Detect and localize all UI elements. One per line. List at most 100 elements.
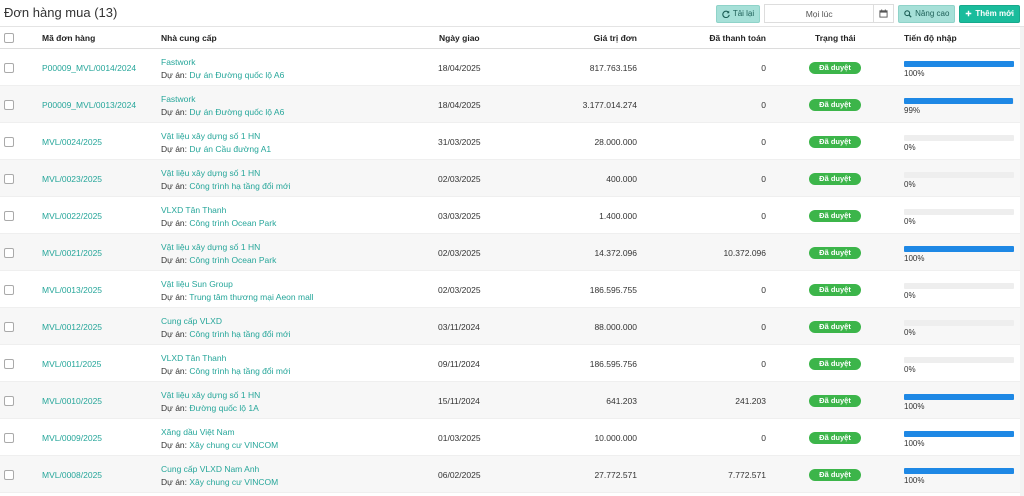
project-name[interactable]: Xây chung cư VINCOM xyxy=(189,477,278,487)
project-name[interactable]: Dự án Cầu đường A1 xyxy=(189,144,271,154)
table-row[interactable]: MVL/0009/2025 Xăng dầu Việt Nam Dự án: Xây… xyxy=(0,419,1024,456)
table-row[interactable]: MVL/0011/2025 VLXD Tân Thanh Dự án: Công t… xyxy=(0,345,1024,382)
project-name[interactable]: Dự án Đường quốc lộ A6 xyxy=(189,107,284,117)
paid-amount: 0 xyxy=(761,100,766,110)
table-row[interactable]: P00009_MVL/0014/2024 Fastwork Dự án: Dự án… xyxy=(0,49,1024,86)
supplier-name[interactable]: Cung cấp VLXD Nam Anh xyxy=(161,464,259,474)
supplier-name[interactable]: Vật liệu xây dựng số 1 HN xyxy=(161,168,260,178)
project-line: Dự án: Xây chung cư VINCOM xyxy=(161,477,278,487)
supplier-name[interactable]: Vật liệu xây dựng số 1 HN xyxy=(161,131,260,141)
supplier-name[interactable]: Vật liệu xây dựng số 1 HN xyxy=(161,390,260,400)
table-row[interactable]: MVL/0021/2025 Vật liệu xây dựng số 1 HN Dự… xyxy=(0,234,1024,271)
row-checkbox[interactable] xyxy=(4,63,14,73)
delivery-date: 02/03/2025 xyxy=(438,285,481,295)
order-code-link[interactable]: P00009_MVL/0014/2024 xyxy=(42,63,136,73)
order-code-link[interactable]: MVL/0011/2025 xyxy=(42,359,101,369)
row-checkbox[interactable] xyxy=(4,174,14,184)
supplier-name[interactable]: VLXD Tân Thanh xyxy=(161,353,226,363)
table-row[interactable]: MVL/0023/2025 Vật liệu xây dựng số 1 HN Dự… xyxy=(0,160,1024,197)
row-checkbox[interactable] xyxy=(4,211,14,221)
advanced-search-button[interactable]: Nâng cao xyxy=(898,4,956,23)
row-checkbox[interactable] xyxy=(4,359,14,369)
order-code-link[interactable]: MVL/0021/2025 xyxy=(42,248,102,258)
status-badge: Đã duyệt xyxy=(809,395,861,407)
order-code-link[interactable]: MVL/0012/2025 xyxy=(42,322,102,332)
order-code-link[interactable]: MVL/0010/2025 xyxy=(42,396,102,406)
delivery-date: 03/03/2025 xyxy=(438,211,481,221)
row-checkbox[interactable] xyxy=(4,137,14,147)
row-checkbox[interactable] xyxy=(4,322,14,332)
select-all-checkbox[interactable] xyxy=(4,33,14,43)
project-name[interactable]: Dự án Đường quốc lộ A6 xyxy=(189,70,284,80)
supplier-name[interactable]: Fastwork xyxy=(161,94,195,104)
column-order-value[interactable]: Giá trị đơn xyxy=(594,33,637,43)
order-code-link[interactable]: MVL/0013/2025 xyxy=(42,285,102,295)
column-import-progress[interactable]: Tiến độ nhập xyxy=(904,33,957,43)
delivery-date: 18/04/2025 xyxy=(438,100,481,110)
table-row[interactable]: MVL/0012/2025 Cung cấp VLXD Dự án: Công tr… xyxy=(0,308,1024,345)
project-name[interactable]: Trung tâm thương mại Aeon mall xyxy=(189,292,313,302)
column-paid[interactable]: Đã thanh toán xyxy=(709,33,766,43)
order-code-link[interactable]: MVL/0008/2025 xyxy=(42,470,102,480)
project-name[interactable]: Công trình hạ tầng đổi mới xyxy=(189,366,290,376)
refresh-icon xyxy=(722,10,730,18)
delivery-date: 15/11/2024 xyxy=(438,396,480,406)
row-checkbox[interactable] xyxy=(4,285,14,295)
table-row[interactable]: P00009_MVL/0013/2024 Fastwork Dự án: Dự án… xyxy=(0,86,1024,123)
order-value: 186.595.755 xyxy=(589,285,637,295)
add-new-button[interactable]: Thêm mới xyxy=(959,4,1020,23)
calendar-button[interactable] xyxy=(874,4,895,23)
row-checkbox[interactable] xyxy=(4,396,14,406)
order-code-link[interactable]: MVL/0024/2025 xyxy=(42,137,102,147)
status-badge: Đã duyệt xyxy=(809,321,861,333)
table-header: Mã đơn hàng Nhà cung cấp Ngày giao Giá t… xyxy=(0,27,1024,49)
project-prefix: Dự án: xyxy=(161,218,188,228)
order-value: 641.203 xyxy=(606,396,637,406)
order-code-link[interactable]: P00009_MVL/0013/2024 xyxy=(42,100,136,110)
row-checkbox[interactable] xyxy=(4,248,14,258)
order-code-link[interactable]: MVL/0023/2025 xyxy=(42,174,102,184)
table-row[interactable]: MVL/0008/2025 Cung cấp VLXD Nam Anh Dự án:… xyxy=(0,456,1024,493)
supplier-name[interactable]: Vật liệu Sun Group xyxy=(161,279,233,289)
supplier-name[interactable]: VLXD Tân Thanh xyxy=(161,205,226,215)
project-name[interactable]: Đường quốc lộ 1A xyxy=(189,403,258,413)
reload-button[interactable]: Tải lại xyxy=(715,4,761,23)
column-supplier[interactable]: Nhà cung cấp xyxy=(161,33,217,43)
delivery-date: 02/03/2025 xyxy=(438,248,481,258)
order-code-link[interactable]: MVL/0009/2025 xyxy=(42,433,102,443)
column-order-code[interactable]: Mã đơn hàng xyxy=(42,33,95,43)
supplier-name[interactable]: Vật liệu xây dựng số 1 HN xyxy=(161,242,260,252)
row-checkbox[interactable] xyxy=(4,470,14,480)
project-name[interactable]: Công trình hạ tầng đổi mới xyxy=(189,329,290,339)
paid-amount: 0 xyxy=(761,211,766,221)
progress-label: 0% xyxy=(904,180,916,189)
table-row[interactable]: MVL/0010/2025 Vật liệu xây dựng số 1 HN Dự… xyxy=(0,382,1024,419)
progress-label: 100% xyxy=(904,254,925,263)
row-checkbox[interactable] xyxy=(4,433,14,443)
search-icon xyxy=(904,9,912,18)
scrollbar[interactable] xyxy=(1020,27,1024,496)
supplier-name[interactable]: Fastwork xyxy=(161,57,195,67)
row-checkbox[interactable] xyxy=(4,100,14,110)
column-delivery-date[interactable]: Ngày giao xyxy=(439,33,480,43)
order-code-link[interactable]: MVL/0022/2025 xyxy=(42,211,102,221)
table-row[interactable]: MVL/0022/2025 VLXD Tân Thanh Dự án: Công t… xyxy=(0,197,1024,234)
table-row[interactable]: MVL/0013/2025 Vật liệu Sun Group Dự án: Tr… xyxy=(0,271,1024,308)
project-name[interactable]: Công trình Ocean Park xyxy=(189,255,276,265)
project-name[interactable]: Công trình Ocean Park xyxy=(189,218,276,228)
project-name[interactable]: Công trình hạ tầng đổi mới xyxy=(189,181,290,191)
column-status[interactable]: Trạng thái xyxy=(815,33,856,43)
table-row[interactable]: MVL/0024/2025 Vật liệu xây dựng số 1 HN Dự… xyxy=(0,123,1024,160)
page-title: Đơn hàng mua (13) xyxy=(4,5,118,20)
paid-amount: 0 xyxy=(761,285,766,295)
progress-fill xyxy=(904,468,1014,474)
order-value: 1.400.000 xyxy=(599,211,637,221)
progress-label: 0% xyxy=(904,328,916,337)
date-filter-input[interactable] xyxy=(764,4,875,23)
project-line: Dự án: Dự án Cầu đường A1 xyxy=(161,144,271,154)
progress-fill xyxy=(904,431,1014,437)
supplier-name[interactable]: Cung cấp VLXD xyxy=(161,316,222,326)
paid-amount: 0 xyxy=(761,433,766,443)
project-name[interactable]: Xây chung cư VINCOM xyxy=(189,440,278,450)
supplier-name[interactable]: Xăng dầu Việt Nam xyxy=(161,427,235,437)
